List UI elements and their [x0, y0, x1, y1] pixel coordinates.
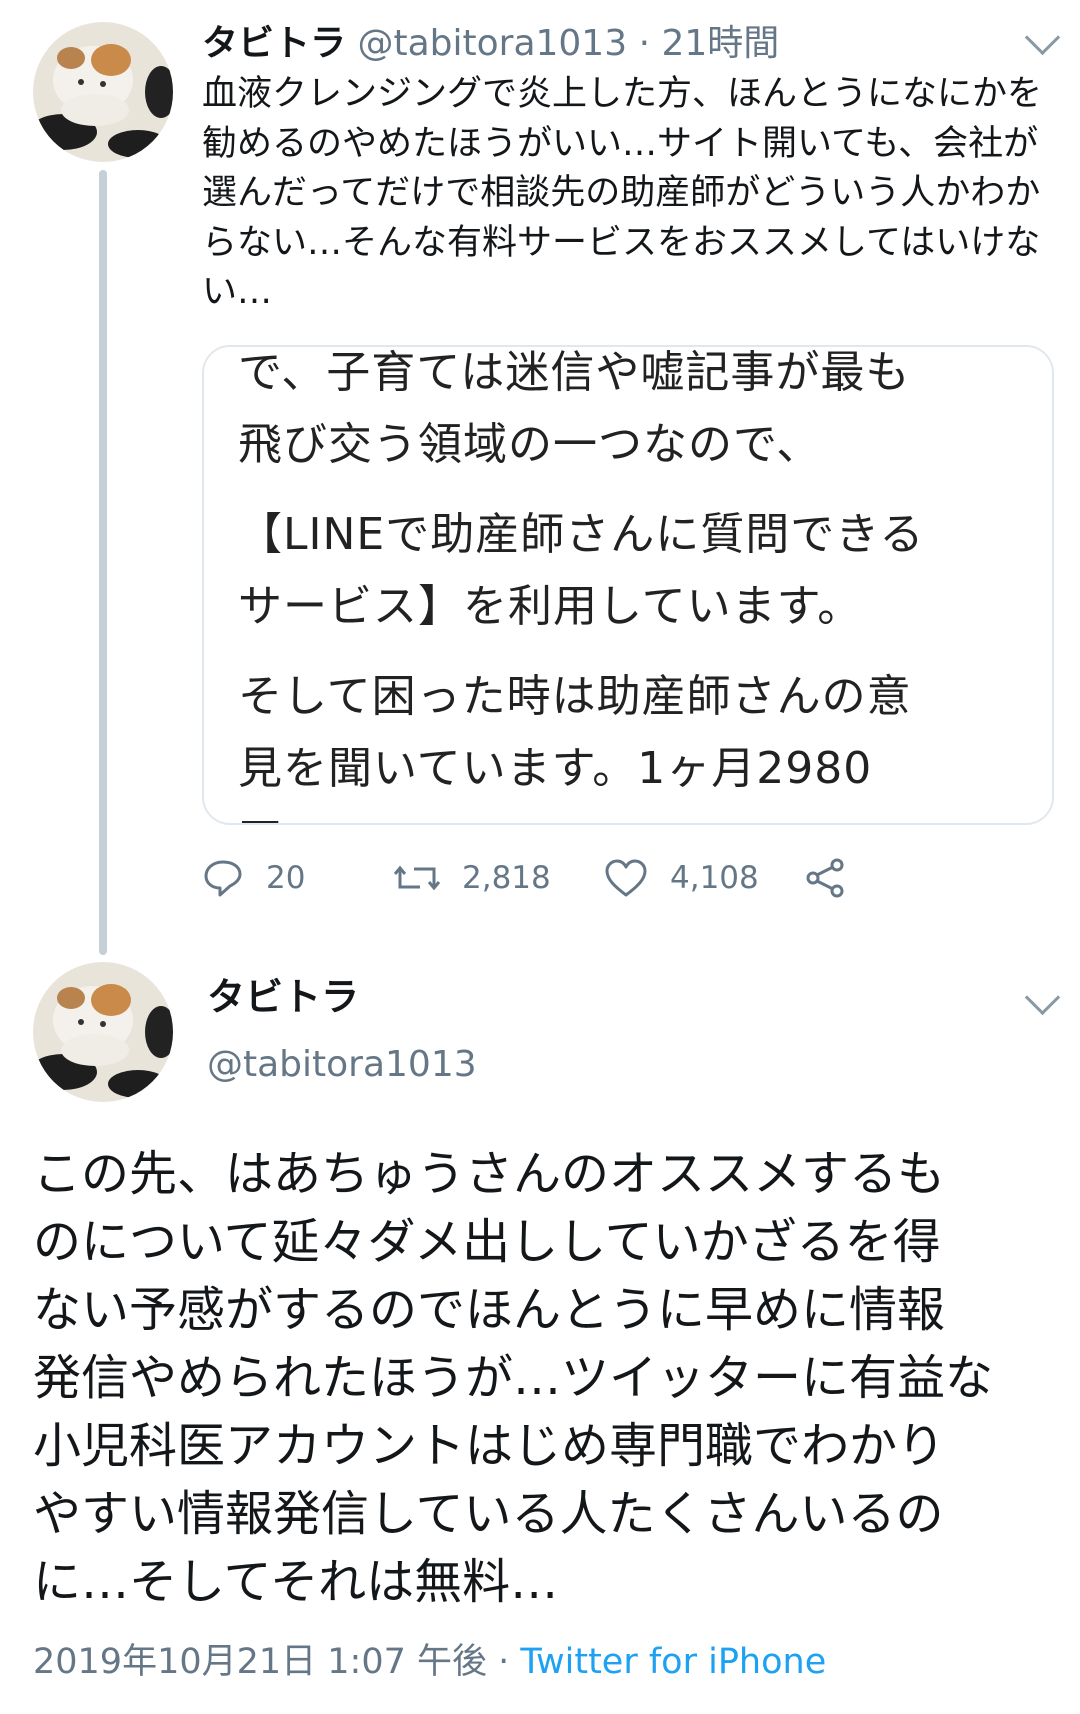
reply-button[interactable]: 20	[202, 850, 305, 906]
tweet-text-line: 選んだってだけで相談先の助産師がどういう人かわか	[202, 173, 1041, 213]
author-name[interactable]: タビトラ	[202, 23, 346, 64]
tweet-text-line: のについて延々ダメ出ししていかざるを得	[33, 1214, 941, 1270]
retweet-button[interactable]: 2,818	[394, 850, 551, 906]
tweet-actions: 20 2,818 4,108	[202, 850, 922, 906]
like-count: 4,108	[670, 860, 759, 896]
client-link[interactable]: Twitter for iPhone	[520, 1642, 826, 1682]
quote-line: 見を聞いています。1ヶ月2980	[238, 743, 873, 794]
meta-separator: ·	[498, 1642, 510, 1682]
quoted-image-card[interactable]: で、子育ては迷信や嘘記事が最も 飛び交う領域の一つなので、 【LINEで助産師さ…	[202, 345, 1054, 825]
author-handle[interactable]: @tabitora1013	[357, 23, 627, 64]
author-name[interactable]: タビトラ	[207, 975, 359, 1019]
quote-paragraph: 【LINEで助産師さんに質問できる サービス】を利用しています。	[238, 499, 1018, 643]
chevron-down-icon[interactable]	[1024, 19, 1061, 56]
reply-icon	[204, 860, 242, 897]
quoted-text: で、子育ては迷信や嘘記事が最も 飛び交う領域の一つなので、 【LINEで助産師さ…	[238, 347, 1018, 823]
tweet-metadata: 2019年10月21日 1:07 午後 · Twitter for iPhone	[33, 1640, 826, 1684]
tweet-text: この先、はあちゅうさんのオススメするも のについて延々ダメ出ししていかざるを得 …	[33, 1140, 1053, 1616]
tweet-text-line: ない予感がするのでほんとうに早めに情報	[33, 1282, 946, 1338]
tweet-text: 血液クレンジングで炎上した方、ほんとうになにかを 勧めるのやめたほうがいい…サイ…	[202, 70, 1052, 318]
tweet-timestamp[interactable]: 2019年10月21日 1:07 午後	[33, 1642, 487, 1682]
retweet-icon	[394, 865, 440, 891]
reply-count: 20	[266, 860, 306, 896]
tweet-text-line: らない…そんな有料サービスをおススメしてはいけな	[202, 222, 1041, 263]
chevron-down-icon[interactable]	[1024, 979, 1061, 1016]
cat-avatar-image	[33, 962, 173, 1102]
quote-line: そして困った時は助産師さんの意	[238, 671, 912, 722]
tweet-text-line: い…	[202, 272, 273, 312]
quote-paragraph: で、子育ては迷信や嘘記事が最も 飛び交う領域の一つなので、	[238, 347, 1018, 481]
thread-connector-line	[99, 170, 107, 955]
tweet-text-line: 勧めるのやめたほうがいい…サイト開いても、会社が	[202, 123, 1039, 164]
tweet-text-line: この先、はあちゅうさんのオススメするも	[33, 1146, 946, 1202]
avatar[interactable]	[33, 962, 173, 1102]
tweet-text-line: 小児科医アカウントはじめ専門職でわかり	[33, 1418, 946, 1474]
quote-line: サービス】を利用しています。	[238, 581, 863, 632]
cat-avatar-image	[33, 22, 173, 162]
tweet-text-line: に…そしてそれは無料…	[33, 1554, 559, 1610]
quote-line: で、子育ては迷信や嘘記事が最も	[238, 347, 911, 398]
like-button[interactable]: 4,108	[604, 850, 759, 906]
header-separator: ·	[638, 23, 651, 64]
share-icon	[806, 858, 844, 898]
tweet-text-line: やすい情報発信している人たくさんいるの	[33, 1486, 944, 1542]
quote-line: 円	[238, 815, 283, 823]
author-handle[interactable]: @tabitora1013	[207, 1043, 477, 1087]
tweet-text-line: 血液クレンジングで炎上した方、ほんとうになにかを	[202, 74, 1043, 114]
like-icon	[605, 859, 647, 897]
share-button[interactable]	[804, 850, 870, 906]
tweet-time[interactable]: 21時間	[661, 23, 779, 64]
quote-line: 飛び交う領域の一つなので、	[238, 419, 822, 470]
tweet-text-line: 発信やめられたほうが…ツイッターに有益な	[33, 1350, 994, 1406]
quote-line: 【LINEで助産師さんに質問できる	[238, 509, 925, 560]
quote-paragraph: そして困った時は助産師さんの意 見を聞いています。1ヶ月2980 円	[238, 661, 1018, 823]
retweet-count: 2,818	[462, 860, 551, 896]
tweet-header: タビトラ @tabitora1013 · 21時間	[202, 22, 779, 66]
avatar[interactable]	[33, 22, 173, 162]
